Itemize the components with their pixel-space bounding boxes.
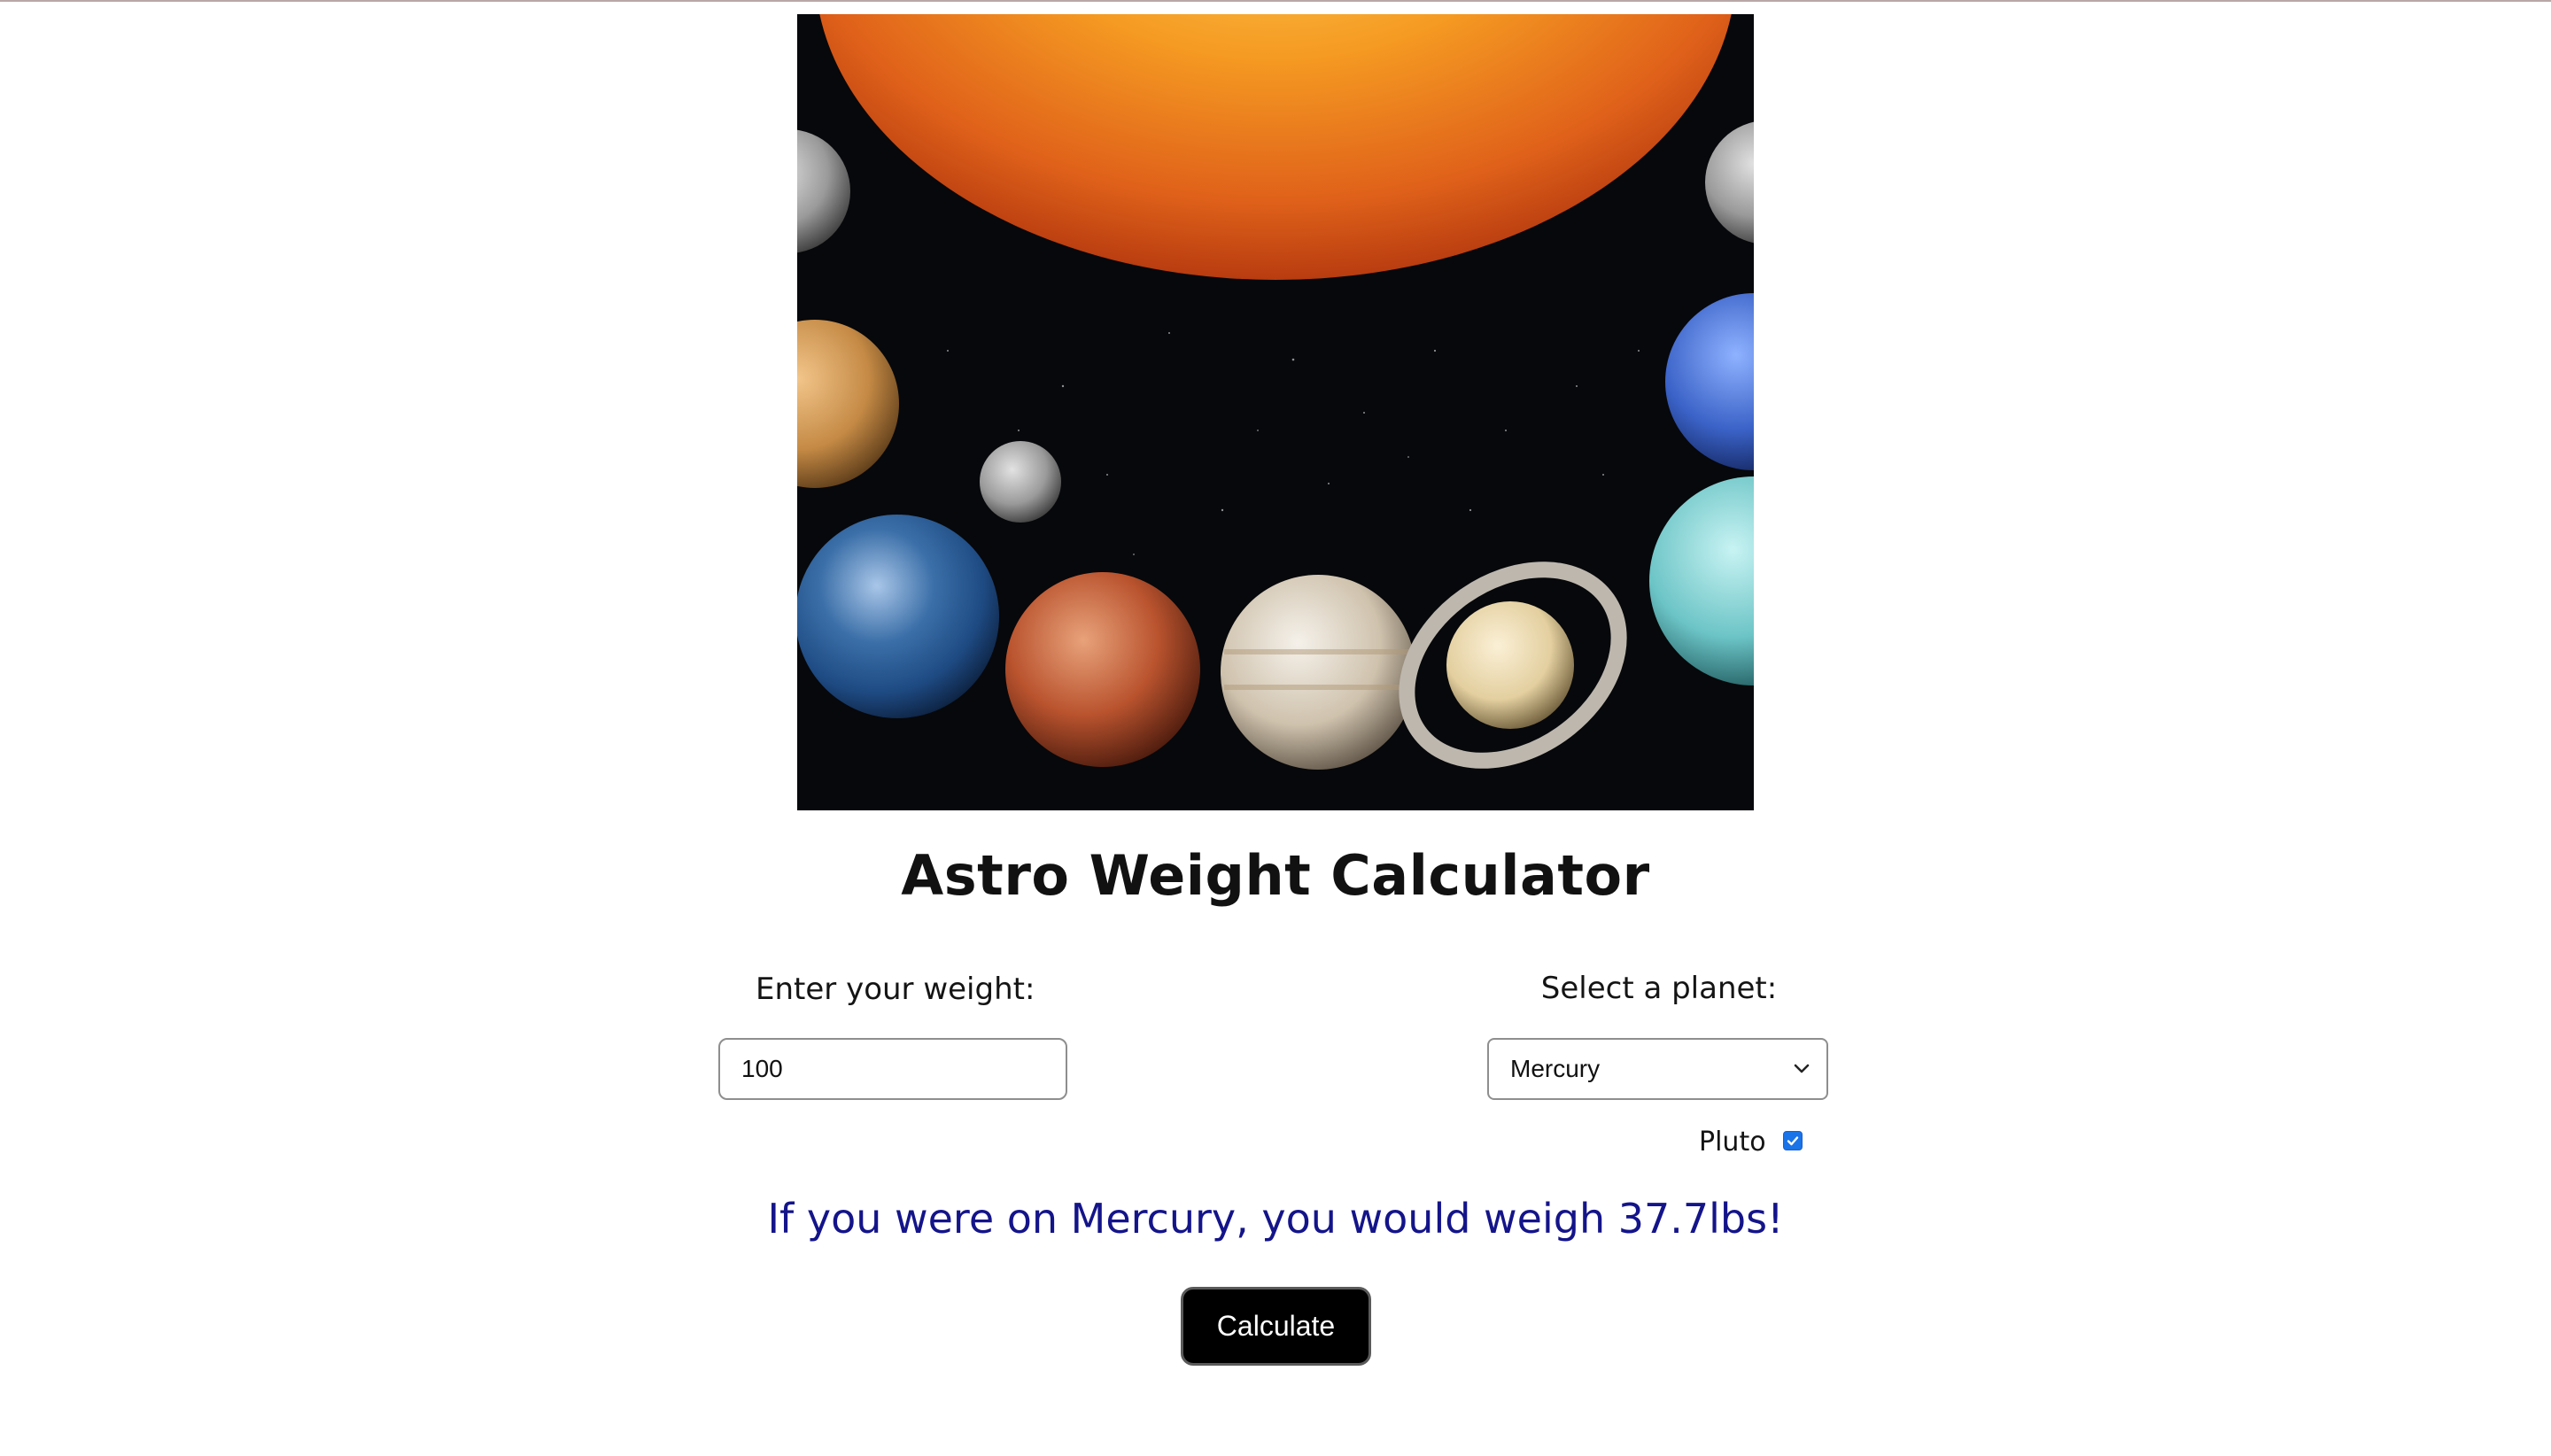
result-text: If you were on Mercury, you would weigh …	[767, 1195, 1784, 1243]
calculate-button[interactable]: Calculate	[1181, 1287, 1371, 1366]
planet-select-value: Mercury	[1510, 1055, 1601, 1082]
weight-input[interactable]	[718, 1038, 1067, 1100]
solar-system-image	[797, 14, 1754, 810]
planet-select[interactable]: Mercury	[1487, 1038, 1828, 1100]
planet-label: Select a planet:	[1540, 971, 1778, 1006]
chevron-down-icon	[1794, 1064, 1810, 1073]
weight-label: Enter your weight:	[756, 972, 1035, 1007]
pluto-label: Pluto	[1699, 1127, 1766, 1158]
pluto-checkbox[interactable]	[1783, 1131, 1803, 1150]
top-border	[0, 0, 2551, 2]
checkmark-icon	[1787, 1136, 1799, 1146]
page-title: Astro Weight Calculator	[901, 843, 1650, 908]
